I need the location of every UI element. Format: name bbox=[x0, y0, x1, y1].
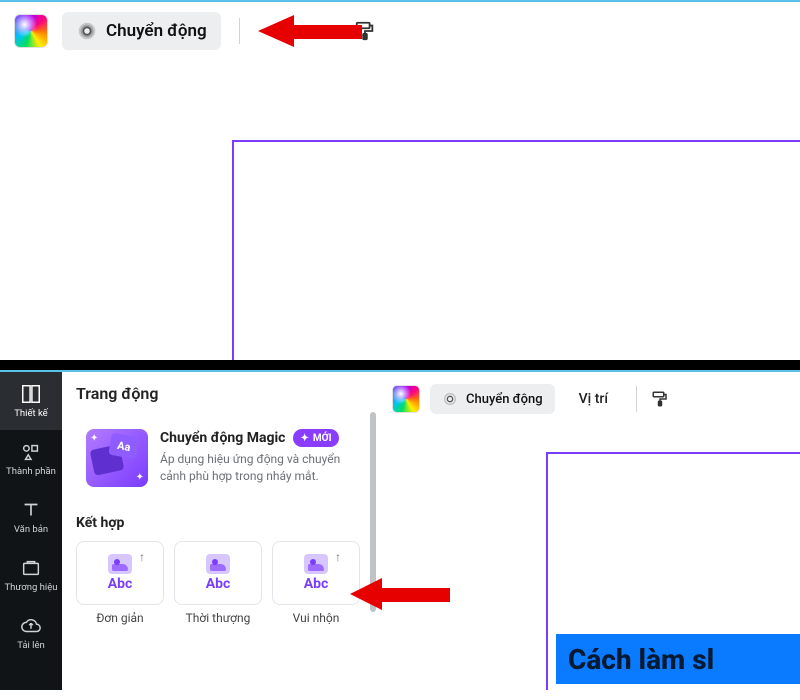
position-button-label: Vị trí bbox=[579, 391, 608, 407]
animate-panel: Trang động Aa ✦ ✦ Chuyển động Magic MỚI … bbox=[62, 372, 378, 690]
sidebar-label: Thiết kế bbox=[14, 409, 47, 419]
canvas-text: Cách làm sl bbox=[568, 643, 714, 676]
position-button[interactable]: Vị trí bbox=[565, 380, 622, 418]
new-badge: MỚI bbox=[293, 429, 338, 447]
panel-title: Trang động bbox=[76, 384, 364, 403]
animate-icon bbox=[442, 391, 458, 407]
paint-roller-icon[interactable] bbox=[651, 390, 669, 408]
combo-card-fun[interactable]: ↑ Abc Vui nhộn bbox=[272, 541, 360, 625]
magic-title: Chuyển động Magic bbox=[160, 430, 285, 446]
arrow-up-icon: ↑ bbox=[335, 550, 341, 564]
top-toolbar: Chuyển động bbox=[0, 2, 800, 60]
image-icon bbox=[108, 554, 132, 574]
section-combine-heading: Kết hợp bbox=[76, 515, 364, 531]
toolbar-divider bbox=[239, 18, 240, 44]
canvas-text-strip[interactable]: Cách làm sl bbox=[556, 634, 800, 684]
sidebar-label: Văn bản bbox=[14, 525, 48, 535]
left-sidebar: Thiết kế Thành phần Văn bản Thương hiệu … bbox=[0, 372, 62, 690]
sidebar-item-elements[interactable]: Thành phần bbox=[0, 430, 62, 488]
magic-subtitle: Áp dụng hiệu ứng động và chuyển cảnh phù… bbox=[160, 451, 354, 485]
canvas-area: Chuyển động Vị trí Cách làm sl bbox=[378, 372, 800, 690]
sidebar-item-text[interactable]: Văn bản bbox=[0, 488, 62, 546]
animate-button-label: Chuyển động bbox=[466, 392, 543, 407]
sidebar-item-design[interactable]: Thiết kế bbox=[0, 372, 62, 430]
magic-animate-banner[interactable]: Aa ✦ ✦ Chuyển động Magic MỚI Áp dụng hiệ… bbox=[76, 419, 364, 497]
image-icon bbox=[206, 554, 230, 574]
animate-button[interactable]: Chuyển động bbox=[62, 12, 221, 50]
bottom-pane: Thiết kế Thành phần Văn bản Thương hiệu … bbox=[0, 370, 800, 690]
combo-label: Đơn giản bbox=[96, 611, 143, 625]
combo-card-simple[interactable]: ↑ Abc Đơn giản bbox=[76, 541, 164, 625]
color-swatch-button[interactable] bbox=[392, 385, 420, 413]
animate-button-small[interactable]: Chuyển động bbox=[430, 384, 555, 414]
text-icon bbox=[20, 499, 42, 521]
brand-icon bbox=[20, 557, 42, 579]
combo-grid: ↑ Abc Đơn giản Abc Thời thượng ↑ Abc bbox=[76, 541, 364, 625]
combo-label: Vui nhộn bbox=[293, 611, 340, 625]
sidebar-label: Thương hiệu bbox=[5, 583, 58, 593]
combo-preview-text: Abc bbox=[108, 576, 133, 592]
combo-label: Thời thượng bbox=[186, 611, 251, 625]
sidebar-label: Thành phần bbox=[6, 467, 56, 477]
sidebar-item-uploads[interactable]: Tải lên bbox=[0, 604, 62, 662]
upload-icon bbox=[20, 615, 42, 637]
combo-preview-text: Abc bbox=[206, 576, 231, 592]
design-icon bbox=[20, 383, 42, 405]
color-swatch-button[interactable] bbox=[14, 14, 48, 48]
top-pane: Chuyển động bbox=[0, 0, 800, 370]
sidebar-item-brand[interactable]: Thương hiệu bbox=[0, 546, 62, 604]
toolbar-divider bbox=[636, 386, 637, 412]
canvas-frame-top[interactable] bbox=[232, 140, 800, 370]
magic-thumb-icon: Aa ✦ ✦ bbox=[86, 429, 148, 487]
magic-info: Chuyển động Magic MỚI Áp dụng hiệu ứng đ… bbox=[160, 429, 354, 487]
mini-toolbar: Chuyển động Vị trí bbox=[378, 372, 800, 426]
combo-preview-text: Abc bbox=[304, 576, 329, 592]
combo-card-trendy[interactable]: Abc Thời thượng bbox=[174, 541, 262, 625]
elements-icon bbox=[20, 441, 42, 463]
image-icon bbox=[304, 554, 328, 574]
animate-icon bbox=[76, 20, 98, 42]
animate-button-label: Chuyển động bbox=[106, 21, 207, 41]
arrow-up-icon: ↑ bbox=[139, 550, 145, 564]
sidebar-label: Tải lên bbox=[17, 641, 45, 651]
annotation-arrow-top bbox=[258, 17, 358, 45]
